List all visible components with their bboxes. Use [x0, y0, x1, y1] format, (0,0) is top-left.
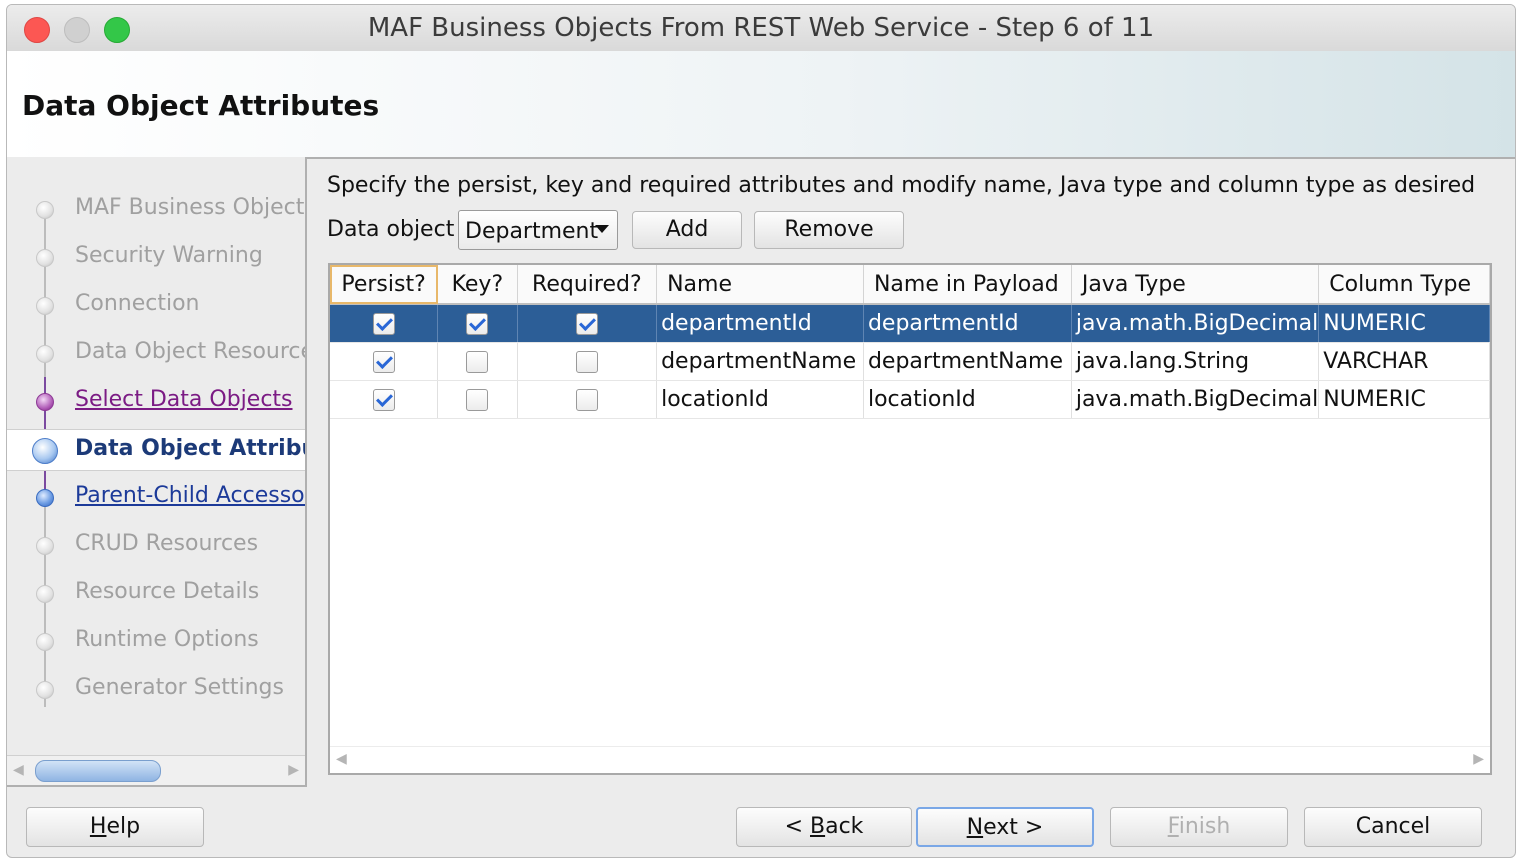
key-checkbox[interactable] — [466, 313, 489, 335]
data-object-label: Data object — [327, 217, 455, 242]
next-mnemonic: N — [966, 815, 984, 840]
required-cell[interactable] — [517, 342, 658, 381]
scroll-right-icon[interactable]: ▶ — [288, 762, 299, 778]
key-checkbox[interactable] — [466, 351, 489, 373]
step-dot-icon — [36, 633, 54, 651]
java-type-cell[interactable]: java.math.BigDecimal — [1071, 304, 1320, 343]
nav-step-parent-child-accessor[interactable]: Parent-Child Accessor — [7, 477, 305, 517]
current-step-icon — [32, 438, 58, 464]
table-horizontal-scrollbar[interactable]: ◀ ▶ — [330, 746, 1490, 773]
data-object-select[interactable]: Department — [458, 210, 618, 250]
column-header-key[interactable]: Key? — [437, 265, 518, 305]
persist-checkbox[interactable] — [372, 389, 395, 411]
key-cell[interactable] — [437, 342, 518, 381]
table-row[interactable]: departmentId departmentId java.math.BigD… — [330, 304, 1490, 343]
nav-step-select-data-objects[interactable]: Select Data Objects — [7, 381, 305, 421]
table-header-row: Persist? Key? Required? Name Name in Pay… — [330, 265, 1490, 305]
nav-horizontal-scrollbar[interactable]: ◀ ▶ — [7, 755, 305, 785]
step-dot-icon — [36, 393, 54, 411]
required-checkbox[interactable] — [575, 389, 598, 411]
payload-name-cell[interactable]: departmentId — [863, 304, 1072, 343]
required-cell[interactable] — [517, 380, 658, 419]
payload-name-cell[interactable]: locationId — [863, 380, 1072, 419]
nav-step-maf-business-objects: MAF Business Objects — [7, 189, 305, 229]
required-checkbox[interactable] — [575, 313, 598, 335]
column-type-cell[interactable]: NUMERIC — [1318, 304, 1490, 343]
column-type-cell[interactable]: NUMERIC — [1318, 380, 1490, 419]
step-dot-icon — [36, 681, 54, 699]
persist-cell[interactable] — [330, 342, 439, 381]
help-label: elp — [106, 814, 141, 839]
required-cell[interactable] — [517, 304, 658, 343]
main-panel: Specify the persist, key and required at… — [307, 157, 1515, 785]
chevron-down-icon — [595, 225, 609, 233]
nav-step-resource-details: Resource Details — [7, 573, 305, 613]
persist-checkbox[interactable] — [372, 313, 395, 335]
help-button[interactable]: Help — [26, 807, 204, 847]
page-header: Data Object Attributes — [7, 51, 1515, 159]
step-dot-icon — [36, 537, 54, 555]
back-label: ack — [825, 814, 864, 839]
nav-step-connection: Connection — [7, 285, 305, 325]
column-header-persist[interactable]: Persist? — [330, 265, 439, 305]
name-cell[interactable]: locationId — [656, 380, 864, 419]
name-cell[interactable]: departmentName — [656, 342, 864, 381]
payload-name-cell[interactable]: departmentName — [863, 342, 1072, 381]
page-title: Data Object Attributes — [22, 89, 380, 122]
column-header-java-type[interactable]: Java Type — [1071, 265, 1320, 305]
title-bar: MAF Business Objects From REST Web Servi… — [7, 5, 1515, 52]
java-type-cell[interactable]: java.math.BigDecimal — [1071, 380, 1320, 419]
key-checkbox[interactable] — [466, 389, 489, 411]
column-type-cell[interactable]: VARCHAR — [1318, 342, 1490, 381]
nav-step-data-object-resource: Data Object Resource — [7, 333, 305, 373]
step-dot-icon — [36, 249, 54, 267]
key-cell[interactable] — [437, 304, 518, 343]
nav-step-data-object-attributes: Data Object Attribut — [7, 429, 305, 471]
cancel-button[interactable]: Cancel — [1304, 807, 1482, 847]
attributes-table: Persist? Key? Required? Name Name in Pay… — [328, 263, 1492, 775]
scroll-left-icon[interactable]: ◀ — [336, 751, 347, 767]
scroll-left-icon[interactable]: ◀ — [13, 762, 24, 778]
back-prefix: < — [784, 814, 810, 839]
scrollbar-thumb[interactable] — [35, 760, 161, 782]
window-title: MAF Business Objects From REST Web Servi… — [367, 13, 1155, 43]
scroll-right-icon[interactable]: ▶ — [1473, 751, 1484, 767]
table-row[interactable]: departmentName departmentName java.lang.… — [330, 342, 1490, 381]
finish-button: Finish — [1110, 807, 1288, 847]
back-mnemonic: B — [810, 814, 826, 839]
finish-label: inish — [1178, 814, 1231, 839]
column-header-column-type[interactable]: Column Type — [1318, 265, 1490, 305]
key-cell[interactable] — [437, 380, 518, 419]
step-dot-icon — [36, 489, 54, 507]
step-dot-icon — [36, 297, 54, 315]
step-dot-icon — [36, 585, 54, 603]
column-header-name[interactable]: Name — [656, 265, 864, 305]
required-checkbox[interactable] — [575, 351, 598, 373]
wizard-window: MAF Business Objects From REST Web Servi… — [6, 4, 1516, 858]
step-dot-icon — [36, 201, 54, 219]
instructions-text: Specify the persist, key and required at… — [327, 173, 1476, 198]
persist-cell[interactable] — [330, 380, 439, 419]
help-mnemonic: H — [89, 814, 107, 839]
next-button[interactable]: Next > — [916, 807, 1094, 847]
data-object-value: Department — [465, 219, 599, 244]
column-header-name-in-payload[interactable]: Name in Payload — [863, 265, 1072, 305]
column-header-required[interactable]: Required? — [517, 265, 658, 305]
nav-step-security-warning: Security Warning — [7, 237, 305, 277]
nav-step-generator-settings: Generator Settings — [7, 669, 305, 709]
java-type-cell[interactable]: java.lang.String — [1071, 342, 1320, 381]
back-button[interactable]: < Back — [736, 807, 912, 847]
step-dot-icon — [36, 345, 54, 363]
persist-checkbox[interactable] — [372, 351, 395, 373]
table-row[interactable]: locationId locationId java.math.BigDecim… — [330, 380, 1490, 419]
name-cell[interactable]: departmentId — [656, 304, 864, 343]
persist-cell[interactable] — [330, 304, 439, 343]
nav-step-runtime-options: Runtime Options — [7, 621, 305, 661]
wizard-steps-nav: MAF Business Objects Security Warning Co… — [7, 157, 307, 787]
remove-button[interactable]: Remove — [754, 211, 904, 249]
finish-mnemonic: F — [1167, 814, 1179, 839]
nav-step-crud-resources: CRUD Resources — [7, 525, 305, 565]
next-label: ext > — [983, 815, 1044, 840]
add-button[interactable]: Add — [632, 211, 742, 249]
